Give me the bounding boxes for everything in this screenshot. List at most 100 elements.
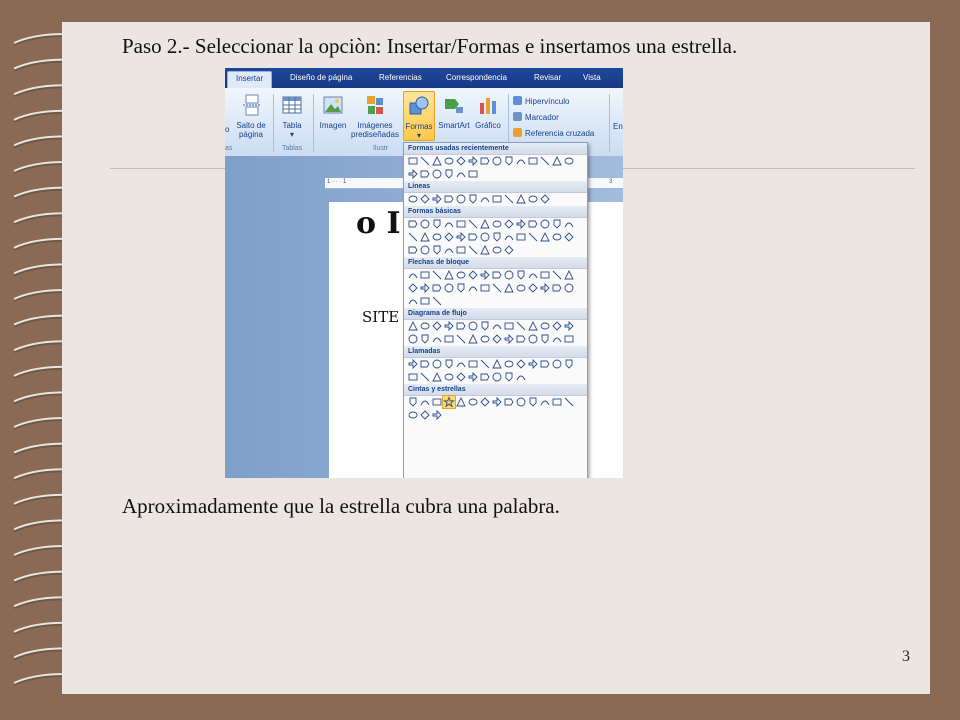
shape-option-icon[interactable] bbox=[443, 282, 455, 294]
shape-option-icon[interactable] bbox=[563, 218, 575, 230]
shape-option-icon[interactable] bbox=[431, 295, 443, 307]
tab-insertar[interactable]: Insertar bbox=[227, 71, 273, 88]
shape-option-icon[interactable] bbox=[491, 371, 503, 383]
shape-option-icon[interactable] bbox=[431, 409, 443, 421]
shape-option-icon[interactable] bbox=[563, 231, 575, 243]
shape-option-icon[interactable] bbox=[479, 358, 491, 370]
shape-option-icon[interactable] bbox=[479, 218, 491, 230]
shape-option-icon[interactable] bbox=[503, 193, 515, 205]
shape-option-icon[interactable] bbox=[419, 409, 431, 421]
shape-option-icon[interactable] bbox=[539, 396, 551, 408]
shape-option-icon[interactable] bbox=[407, 218, 419, 230]
shape-option-icon[interactable] bbox=[431, 396, 443, 408]
shape-option-icon[interactable] bbox=[443, 244, 455, 256]
shape-option-icon[interactable] bbox=[407, 155, 419, 167]
shape-option-icon[interactable] bbox=[443, 155, 455, 167]
shape-option-icon[interactable] bbox=[443, 333, 455, 345]
shape-option-icon[interactable] bbox=[515, 155, 527, 167]
shape-option-icon[interactable] bbox=[503, 282, 515, 294]
shape-option-icon[interactable] bbox=[419, 371, 431, 383]
shape-option-icon[interactable] bbox=[419, 218, 431, 230]
shape-option-icon[interactable] bbox=[407, 244, 419, 256]
shape-option-icon[interactable] bbox=[467, 282, 479, 294]
shape-option-icon[interactable] bbox=[563, 333, 575, 345]
shape-option-icon[interactable] bbox=[467, 168, 479, 180]
shape-option-icon[interactable] bbox=[467, 371, 479, 383]
tab-diseno-pagina[interactable]: Diseño de página bbox=[290, 73, 352, 82]
shape-option-icon[interactable] bbox=[551, 358, 563, 370]
shape-option-icon[interactable] bbox=[419, 193, 431, 205]
shape-option-icon[interactable] bbox=[503, 371, 515, 383]
shape-option-icon[interactable] bbox=[491, 193, 503, 205]
shape-option-icon[interactable] bbox=[407, 282, 419, 294]
shape-option-icon[interactable] bbox=[491, 358, 503, 370]
shape-option-icon[interactable] bbox=[407, 231, 419, 243]
shape-option-icon[interactable] bbox=[431, 320, 443, 332]
shape-option-icon[interactable] bbox=[503, 396, 515, 408]
shape-option-icon[interactable] bbox=[527, 269, 539, 281]
shape-option-icon[interactable] bbox=[455, 371, 467, 383]
shape-option-icon[interactable] bbox=[491, 320, 503, 332]
shape-option-icon[interactable] bbox=[419, 269, 431, 281]
shape-option-icon[interactable] bbox=[515, 358, 527, 370]
shape-option-icon[interactable] bbox=[551, 218, 563, 230]
shape-option-icon[interactable] bbox=[431, 231, 443, 243]
shape-option-icon[interactable] bbox=[419, 320, 431, 332]
shape-option-icon[interactable] bbox=[503, 155, 515, 167]
shape-option-icon[interactable] bbox=[491, 333, 503, 345]
shape-option-icon[interactable] bbox=[479, 371, 491, 383]
shape-option-icon[interactable] bbox=[431, 244, 443, 256]
shape-option-icon[interactable] bbox=[527, 320, 539, 332]
tab-vista[interactable]: Vista bbox=[583, 73, 601, 82]
shape-option-icon[interactable] bbox=[407, 193, 419, 205]
shape-option-icon[interactable] bbox=[467, 218, 479, 230]
shape-option-icon[interactable] bbox=[503, 333, 515, 345]
shape-option-icon[interactable] bbox=[467, 231, 479, 243]
shape-option-icon[interactable] bbox=[515, 396, 527, 408]
shape-option-icon[interactable] bbox=[419, 155, 431, 167]
shape-option-icon[interactable] bbox=[443, 358, 455, 370]
shape-option-icon[interactable] bbox=[563, 269, 575, 281]
shape-option-icon[interactable] bbox=[443, 168, 455, 180]
shape-option-icon[interactable] bbox=[479, 333, 491, 345]
shape-option-icon[interactable] bbox=[527, 155, 539, 167]
shape-option-icon[interactable] bbox=[539, 218, 551, 230]
shape-option-icon[interactable] bbox=[455, 155, 467, 167]
shape-option-icon[interactable] bbox=[491, 282, 503, 294]
shape-option-icon[interactable] bbox=[455, 244, 467, 256]
shape-option-icon[interactable] bbox=[455, 218, 467, 230]
shape-option-icon[interactable] bbox=[539, 320, 551, 332]
shape-option-icon[interactable] bbox=[431, 282, 443, 294]
shape-option-icon[interactable] bbox=[407, 168, 419, 180]
grafico-button[interactable]: Gráfico bbox=[472, 94, 504, 130]
shape-option-icon[interactable] bbox=[407, 371, 419, 383]
shape-option-icon[interactable] bbox=[467, 333, 479, 345]
shape-option-icon[interactable] bbox=[431, 155, 443, 167]
shape-option-icon[interactable] bbox=[431, 193, 443, 205]
shape-option-icon[interactable] bbox=[467, 358, 479, 370]
shape-option-icon[interactable] bbox=[479, 193, 491, 205]
shape-option-icon[interactable] bbox=[419, 333, 431, 345]
shape-option-icon[interactable] bbox=[551, 320, 563, 332]
shape-option-icon[interactable] bbox=[455, 282, 467, 294]
shape-option-icon[interactable] bbox=[431, 168, 443, 180]
shape-option-icon[interactable] bbox=[551, 269, 563, 281]
shape-option-icon[interactable] bbox=[419, 168, 431, 180]
shape-option-icon[interactable] bbox=[467, 155, 479, 167]
shape-option-icon[interactable] bbox=[563, 155, 575, 167]
shape-option-icon[interactable] bbox=[551, 231, 563, 243]
shape-option-icon[interactable] bbox=[419, 282, 431, 294]
shape-option-icon[interactable] bbox=[479, 269, 491, 281]
shape-option-icon[interactable] bbox=[407, 320, 419, 332]
shape-option-icon[interactable] bbox=[527, 333, 539, 345]
shape-option-icon[interactable] bbox=[431, 269, 443, 281]
shape-option-icon[interactable] bbox=[419, 358, 431, 370]
shape-option-icon[interactable] bbox=[419, 231, 431, 243]
shape-option-icon[interactable] bbox=[479, 396, 491, 408]
shape-option-icon[interactable] bbox=[479, 282, 491, 294]
shape-option-icon[interactable] bbox=[407, 358, 419, 370]
shape-option-icon[interactable] bbox=[491, 269, 503, 281]
shape-option-icon[interactable] bbox=[443, 269, 455, 281]
salto-pagina-button[interactable]: Salto de página bbox=[231, 94, 271, 139]
shape-option-icon[interactable] bbox=[527, 358, 539, 370]
